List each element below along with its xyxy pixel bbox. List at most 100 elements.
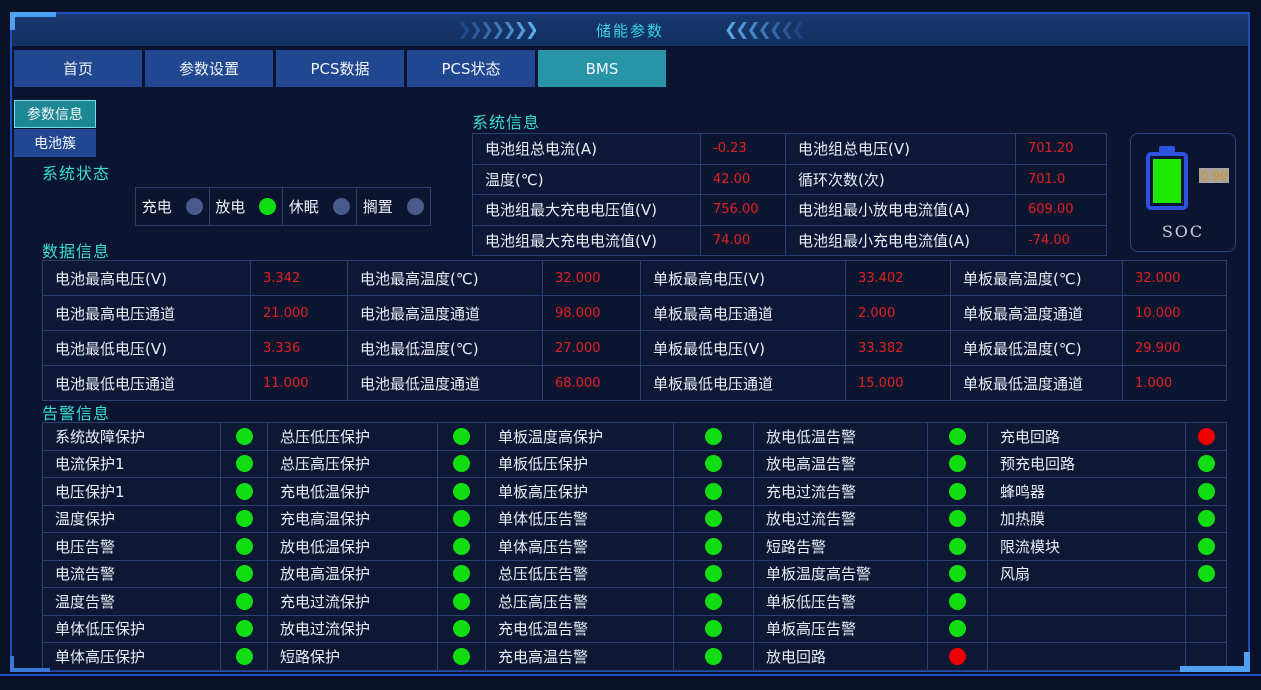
sysinfo-value-cell: 756.00 <box>701 195 786 226</box>
alarm-status-dot <box>453 455 470 473</box>
alarm-status-dot <box>453 565 470 583</box>
side-button-battery-cluster[interactable]: 电池簇 <box>14 129 96 157</box>
alarm-label: 放电过流告警 <box>754 505 928 533</box>
battery-fill <box>1153 159 1181 203</box>
alarm-label: 充电高温保护 <box>268 505 438 533</box>
datainfo-label-cell: 单板最低温度(℃) <box>951 331 1123 366</box>
alarm-status-dot <box>235 455 253 473</box>
alarm-dot-cell <box>928 643 988 671</box>
datainfo-value-cell: 3.342 <box>251 261 348 296</box>
chevrons-right-icon: ❯❯❯❯❯❯❯ <box>457 20 539 40</box>
alarm-label: 放电过流保护 <box>268 615 438 643</box>
alarm-dot-cell <box>438 533 486 561</box>
battery-icon <box>1146 146 1188 210</box>
alarm-label: 系统故障保护 <box>43 423 221 451</box>
tab-home[interactable]: 首页 <box>14 50 142 87</box>
alarm-dot-cell <box>674 505 754 533</box>
soc-label: SOC <box>1161 222 1205 241</box>
datainfo-value-cell: 98.000 <box>543 296 641 331</box>
alarm-dot-cell <box>674 450 754 478</box>
tab-bar: 首页 参数设置 PCS数据 PCS状态 BMS <box>14 50 666 87</box>
alarm-dot-cell <box>1186 615 1227 643</box>
datainfo-label-cell: 单板最高电压(V) <box>641 261 846 296</box>
alarm-status-dot <box>705 620 722 638</box>
alarm-label: 放电低温保护 <box>268 533 438 561</box>
alarm-label: 总压低压保护 <box>268 423 438 451</box>
datainfo-value-cell: 68.000 <box>543 366 641 401</box>
alarm-status-dot <box>705 647 722 665</box>
datainfo-value-cell: 3.336 <box>251 331 348 366</box>
datainfo-label-cell: 电池最低温度(℃) <box>348 331 543 366</box>
tab-pcs-status[interactable]: PCS状态 <box>407 50 535 87</box>
alarm-status-dot <box>705 427 722 445</box>
datainfo-value-cell: 27.000 <box>543 331 641 366</box>
status-cell-3: 搁置 <box>357 188 431 225</box>
corner-accent-bottom-right <box>1180 652 1250 672</box>
alarm-status-dot <box>949 510 966 528</box>
system-info-heading: 系统信息 <box>472 113 541 132</box>
alarm-dot-cell <box>438 450 486 478</box>
alarm-dot-cell <box>1186 588 1227 616</box>
side-button-group: 参数信息 电池簇 <box>14 100 96 158</box>
alarm-status-dot <box>453 647 470 665</box>
corner-accent-top-left <box>10 12 56 30</box>
tab-pcs-data[interactable]: PCS数据 <box>276 50 404 87</box>
tab-param-settings[interactable]: 参数设置 <box>145 50 273 87</box>
alarm-dot-cell <box>221 560 268 588</box>
alarm-label: 放电低温告警 <box>754 423 928 451</box>
system-status-heading: 系统状态 <box>42 164 111 183</box>
alarm-dot-cell <box>674 423 754 451</box>
sysinfo-label-cell: 电池组最大充电电流值(V) <box>473 225 701 256</box>
alarm-status-dot <box>1197 482 1215 500</box>
alarm-status-dot <box>235 592 253 610</box>
sysinfo-value-cell: 701.20 <box>1016 134 1107 165</box>
status-indicator-dot <box>332 198 350 215</box>
alarm-status-dot <box>705 537 722 555</box>
sysinfo-label-cell: 电池组最小放电电流值(A) <box>786 195 1016 226</box>
alarm-status-dot <box>949 482 966 500</box>
side-button-param-info[interactable]: 参数信息 <box>14 100 96 128</box>
status-cell-0: 充电 <box>136 188 210 225</box>
datainfo-value-cell: 11.000 <box>251 366 348 401</box>
datainfo-label-cell: 电池最高电压通道 <box>43 296 251 331</box>
alarm-status-dot <box>1197 565 1215 583</box>
sysinfo-value-cell: -0.23 <box>701 134 786 165</box>
datainfo-value-cell: 33.402 <box>846 261 951 296</box>
alarm-info-table: 系统故障保护 总压低压保护 单板温度高保护 放电低温告警 充电回路 电流保护1 总压高压保护… <box>42 422 1227 671</box>
alarm-dot-cell <box>1186 533 1227 561</box>
alarm-label: 电流告警 <box>43 560 221 588</box>
alarm-label: 预充电回路 <box>988 450 1186 478</box>
alarm-dot-cell <box>1186 560 1227 588</box>
sysinfo-value-cell: 42.00 <box>701 164 786 195</box>
data-info-table: 电池最高电压(V) 3.342 电池最高温度(℃) 32.000 单板最高电压(V) 33… <box>42 260 1227 401</box>
datainfo-label-cell: 单板最低温度通道 <box>951 366 1123 401</box>
alarm-dot-cell <box>221 505 268 533</box>
alarm-label: 电流保护1 <box>43 450 221 478</box>
alarm-dot-cell <box>674 478 754 506</box>
alarm-label: 单板高压保护 <box>486 478 674 506</box>
title-bar: ❯❯❯❯❯❯❯ 储能参数 ❮❮❮❮❮❮❮ <box>12 14 1248 47</box>
alarm-label <box>988 643 1186 671</box>
datainfo-label-cell: 电池最高温度通道 <box>348 296 543 331</box>
tab-bms[interactable]: BMS <box>538 50 666 87</box>
alarm-status-dot <box>705 510 722 528</box>
datainfo-label-cell: 单板最高电压通道 <box>641 296 846 331</box>
alarm-status-dot <box>949 537 966 555</box>
status-cell-2: 休眠 <box>283 188 357 225</box>
alarm-label: 单体低压保护 <box>43 615 221 643</box>
alarm-status-dot <box>705 592 722 610</box>
alarm-status-dot <box>949 455 966 473</box>
alarm-status-dot <box>705 482 722 500</box>
status-label: 放电 <box>215 198 246 216</box>
alarm-label: 短路保护 <box>268 643 438 671</box>
datainfo-label-cell: 电池最低电压通道 <box>43 366 251 401</box>
alarm-label: 单体高压保护 <box>43 643 221 671</box>
datainfo-label-cell: 电池最低温度通道 <box>348 366 543 401</box>
datainfo-label-cell: 电池最高温度(℃) <box>348 261 543 296</box>
status-label: 休眠 <box>288 198 319 216</box>
alarm-status-dot <box>235 427 253 445</box>
sysinfo-label-cell: 电池组总电流(A) <box>473 134 701 165</box>
alarm-status-dot <box>453 482 470 500</box>
alarm-status-dot <box>949 647 966 665</box>
alarm-dot-cell <box>928 533 988 561</box>
